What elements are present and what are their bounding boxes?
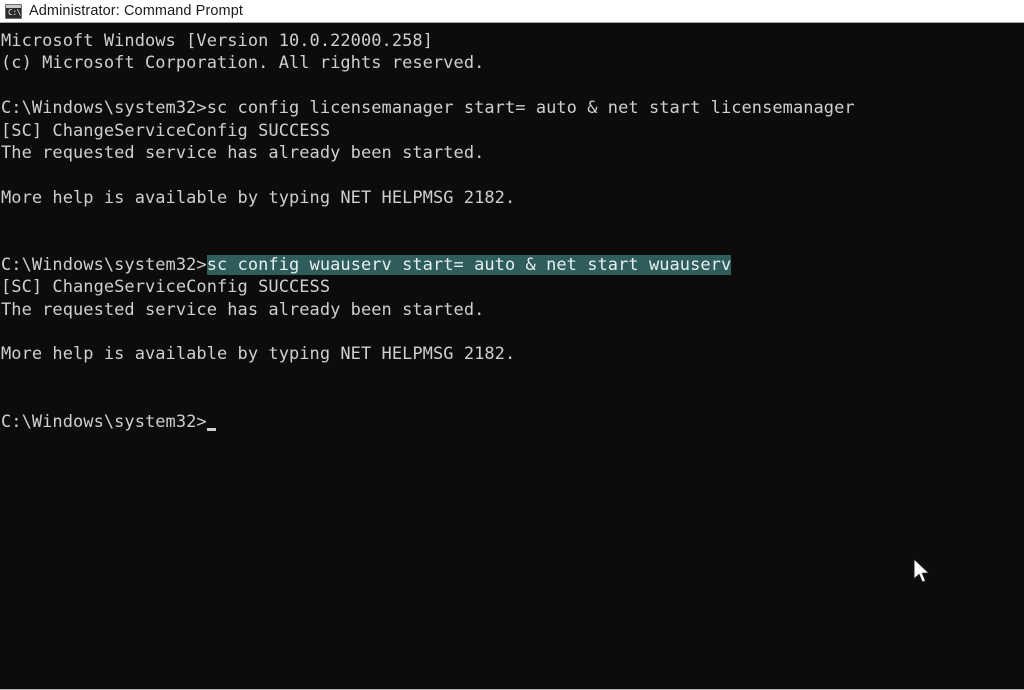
console-prompt: C:\Windows\system32> — [1, 98, 207, 119]
console-output-line: The requested service has already been s… — [0, 142, 1024, 164]
console-output-line: More help is available by typing NET HEL… — [0, 187, 1024, 209]
console-text: Microsoft Windows [Version 10.0.22000.25… — [1, 31, 433, 51]
text-cursor — [206, 428, 216, 432]
console-text: The requested service has already been s… — [1, 299, 485, 320]
console-text: [SC] ChangeServiceConfig SUCCESS — [1, 120, 331, 141]
selected-command-text: sc config wuauserv start= auto & net sta… — [206, 254, 732, 275]
console-output-line: More help is available by typing NET HEL… — [0, 343, 1024, 365]
console-text: More help is available by typing NET HEL… — [1, 187, 516, 208]
console-text: The requested service has already been s… — [1, 142, 485, 163]
console-text: [SC] ChangeServiceConfig SUCCESS — [1, 277, 331, 298]
console-output-line: (c) Microsoft Corporation. All rights re… — [0, 52, 1024, 74]
console-output-area[interactable]: Microsoft Windows [Version 10.0.22000.25… — [0, 23, 1024, 690]
console-text: More help is available by typing NET HEL… — [1, 344, 516, 365]
icon-prompt-glyph: C:\ — [8, 7, 21, 17]
console-output-line: Microsoft Windows [Version 10.0.22000.25… — [0, 30, 1024, 52]
console-command-line: C:\Windows\system32>sc config licenseman… — [0, 97, 1024, 119]
command-prompt-icon: C:\ — [5, 3, 22, 19]
console-output-line: [SC] ChangeServiceConfig SUCCESS — [0, 276, 1024, 298]
console-command-text: sc config licensemanager start= auto & n… — [206, 98, 855, 119]
console-prompt: C:\Windows\system32> — [1, 411, 207, 432]
console-output-line: [SC] ChangeServiceConfig SUCCESS — [0, 120, 1024, 142]
console-prompt: C:\Windows\system32> — [1, 254, 207, 275]
console-command-line: C:\Windows\system32> — [0, 411, 1024, 433]
window-titlebar[interactable]: C:\ Administrator: Command Prompt — [0, 0, 1024, 23]
console-command-line: C:\Windows\system32>sc config wuauserv s… — [0, 254, 1024, 276]
console-text: (c) Microsoft Corporation. All rights re… — [1, 53, 485, 74]
command-prompt-window: C:\ Administrator: Command Prompt Micros… — [0, 0, 1024, 690]
console-output-line: The requested service has already been s… — [0, 299, 1024, 321]
window-title: Administrator: Command Prompt — [29, 3, 244, 19]
